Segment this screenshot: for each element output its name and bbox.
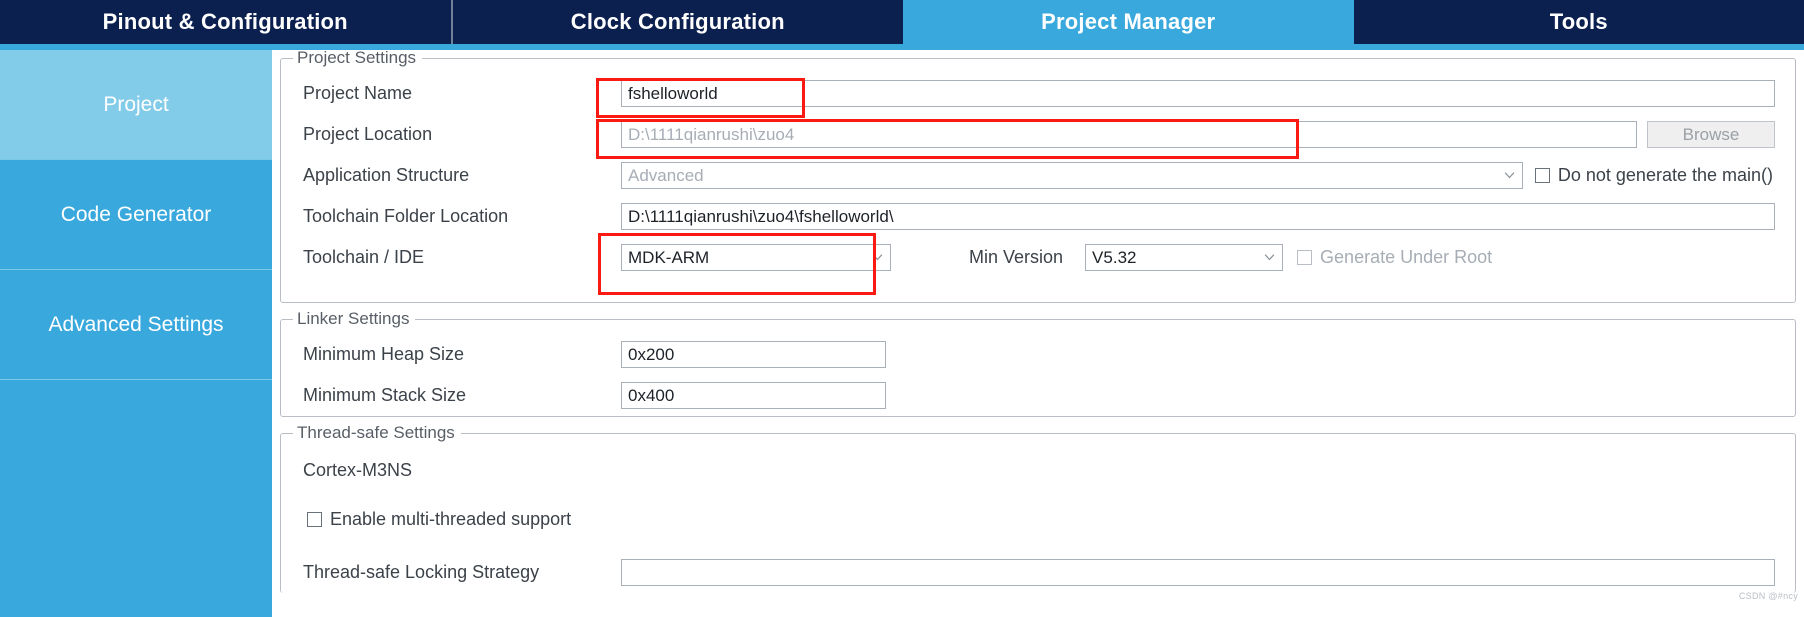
checkbox-box [1297, 250, 1313, 265]
toolchain-ide-value: MDK-ARM [628, 247, 710, 267]
project-settings-panel: Project Settings Project Name fshellowor… [272, 50, 1804, 617]
enable-multithreaded-support-checkbox[interactable]: Enable multi-threaded support [307, 509, 1785, 530]
toolchain-folder-location-row: Toolchain Folder Location D:\1111qianrus… [291, 196, 1785, 237]
checkbox-box [1534, 168, 1550, 183]
toolchain-folder-location-label: Toolchain Folder Location [303, 206, 509, 226]
project-location-row: Project Location D:\1111qianrushi\zuo4 B… [291, 114, 1785, 155]
minimum-stack-size-label: Minimum Stack Size [303, 385, 467, 405]
sidebar-item-project[interactable]: Project [0, 50, 272, 160]
application-structure-select[interactable]: Advanced [621, 162, 1523, 189]
enable-multithreaded-support-label: Enable multi-threaded support [330, 509, 572, 529]
checkbox-box [307, 512, 322, 527]
stm32cubemx-window: Pinout & Configuration Clock Configurati… [0, 0, 1804, 617]
application-structure-row: Application Structure Advanced Do not ge… [291, 155, 1785, 196]
thread-safe-settings-title: Thread-safe Settings [293, 423, 461, 443]
minimum-stack-size-row: Minimum Stack Size 0x400 [291, 375, 1785, 416]
application-structure-label: Application Structure [303, 165, 470, 185]
tab-clock-configuration[interactable]: Clock Configuration [452, 0, 903, 44]
project-name-input[interactable]: fshelloworld [621, 80, 1775, 107]
minimum-stack-size-input[interactable]: 0x400 [621, 382, 886, 409]
chevron-down-icon [1264, 253, 1275, 260]
linker-settings-title: Linker Settings [293, 309, 416, 329]
sidebar-item-label: Project [103, 92, 169, 116]
min-version-label: Min Version [969, 247, 1064, 267]
chevron-down-icon [1504, 171, 1515, 178]
sidebar-item-code-generator[interactable]: Code Generator [0, 160, 272, 270]
do-not-generate-main-label: Do not generate the main() [1557, 165, 1773, 185]
linker-settings-group: Linker Settings Minimum Heap Size 0x200 … [280, 309, 1796, 417]
watermark: CSDN @#ncy [1738, 591, 1798, 601]
sidebar-filler [0, 380, 272, 617]
thread-safe-settings-group: Thread-safe Settings Cortex-M3NS Enable … [280, 423, 1796, 593]
minimum-heap-size-input[interactable]: 0x200 [621, 341, 886, 368]
do-not-generate-main-checkbox[interactable]: Do not generate the main() [1534, 165, 1773, 186]
sidebar-item-label: Code Generator [60, 202, 212, 226]
project-name-row: Project Name fshelloworld [291, 73, 1785, 114]
project-manager-sidebar: Project Code Generator Advanced Settings [0, 50, 272, 617]
project-location-label: Project Location [303, 124, 433, 144]
project-settings-group: Project Settings Project Name fshellowor… [280, 50, 1796, 303]
toolchain-ide-row: Toolchain / IDE MDK-ARM Min Version V5.3… [291, 237, 1785, 278]
main-tabbar: Pinout & Configuration Clock Configurati… [0, 0, 1804, 44]
tab-tools[interactable]: Tools [1353, 0, 1804, 44]
browse-button[interactable]: Browse [1647, 121, 1775, 148]
thread-safe-locking-strategy-row: Thread-safe Locking Strategy [291, 552, 1785, 593]
application-structure-value: Advanced [628, 165, 704, 185]
cortex-core-label: Cortex-M3NS [303, 460, 413, 480]
minimum-heap-size-row: Minimum Heap Size 0x200 [291, 334, 1785, 375]
minimum-heap-size-label: Minimum Heap Size [303, 344, 465, 364]
chevron-down-icon [872, 253, 883, 260]
min-version-select[interactable]: V5.32 [1085, 244, 1284, 271]
min-version-value: V5.32 [1092, 247, 1137, 267]
sidebar-item-advanced-settings[interactable]: Advanced Settings [0, 270, 272, 380]
project-location-input[interactable]: D:\1111qianrushi\zuo4 [621, 121, 1637, 148]
toolchain-ide-select[interactable]: MDK-ARM [621, 244, 891, 271]
generate-under-root-checkbox[interactable]: Generate Under Root [1297, 247, 1492, 268]
body-area: Project Code Generator Advanced Settings… [0, 50, 1804, 617]
tab-pinout-configuration[interactable]: Pinout & Configuration [0, 0, 453, 44]
thread-safe-locking-strategy-label: Thread-safe Locking Strategy [303, 562, 540, 582]
generate-under-root-label: Generate Under Root [1320, 247, 1493, 267]
toolchain-folder-location-input[interactable]: D:\1111qianrushi\zuo4\fshelloworld\ [621, 203, 1775, 230]
sidebar-item-label: Advanced Settings [48, 312, 224, 336]
project-settings-title: Project Settings [293, 50, 423, 68]
tab-project-manager[interactable]: Project Manager [903, 0, 1354, 44]
project-name-label: Project Name [303, 83, 413, 103]
thread-safe-locking-strategy-select[interactable] [621, 559, 1775, 586]
toolchain-ide-label: Toolchain / IDE [303, 247, 425, 267]
